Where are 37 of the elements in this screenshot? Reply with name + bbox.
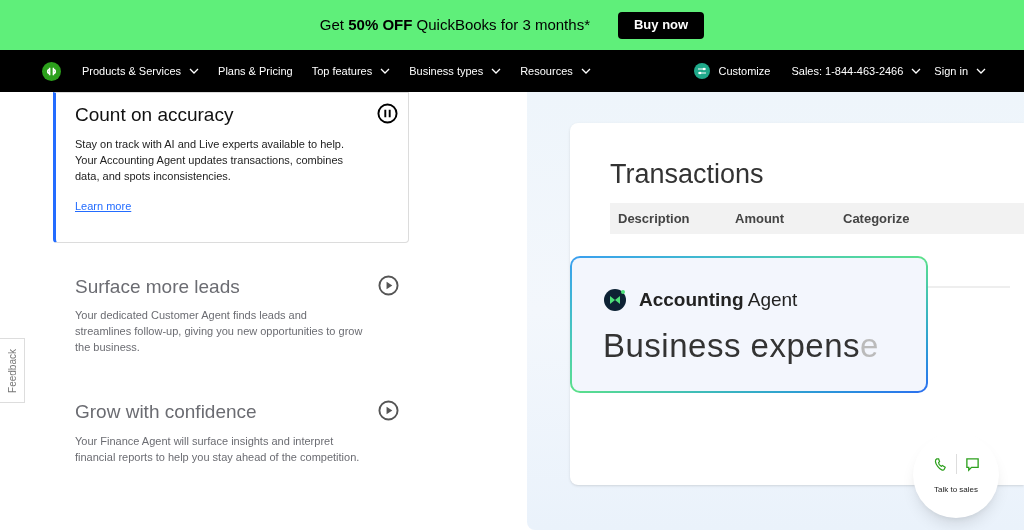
feature-description: Stay on track with AI and Live experts available to help. Your Accounting Agent updates transactions, combines data, and spots inconsistencies.: [75, 136, 346, 184]
agent-name: Accounting Agent: [639, 288, 798, 312]
feature-title: Grow with confidence: [75, 400, 257, 424]
logo-icon[interactable]: [42, 61, 61, 81]
column-header: Amount: [735, 209, 786, 228]
customize-link[interactable]: Customize: [694, 62, 771, 80]
play-icon[interactable]: [378, 274, 399, 296]
promo-text: Get 50% OFF QuickBooks for 3 months*: [319, 14, 590, 35]
feature-item[interactable]: Grow with confidence Your Finance Agent will surface insights and interpret financial reports to help you stay ahead of the competition.: [53, 394, 409, 490]
feature-title: Surface more leads: [75, 274, 240, 299]
chat-icon: [964, 456, 980, 472]
chevron-down-icon: [976, 68, 986, 74]
column-header: Description: [618, 209, 691, 228]
nav-link[interactable]: Resources: [520, 62, 591, 80]
transactions-title: Transactions: [610, 161, 765, 188]
feature-title: Count on accuracy: [75, 103, 234, 127]
feature-description: Your dedicated Customer Agent finds leads and streamlines follow-up, giving you new opportunities to grow the business.: [75, 308, 364, 355]
nav-link[interactable]: Business types: [409, 62, 502, 80]
nav-link[interactable]: Plans & Pricing: [218, 62, 293, 80]
agent-logo-icon: [603, 288, 627, 313]
feedback-tab[interactable]: Feedback: [0, 338, 25, 403]
typed-text: Business expense: [603, 325, 880, 366]
feature-item[interactable]: Count on accuracy Stay on track with AI and Live experts available to help. Your Accounting Agent updates transactions, combines data, and spots inconsistencies. Learn more: [53, 92, 409, 243]
column-header: Categorize: [843, 209, 911, 228]
learn-more-link[interactable]: Learn more: [75, 197, 132, 214]
sliders-icon: [694, 63, 711, 79]
sales-phone-link[interactable]: Sales: 1-844-463-2466: [791, 62, 922, 80]
chevron-down-icon: [911, 68, 922, 74]
feature-item[interactable]: Surface more leads Your dedicated Customer Agent finds leads and streamlines follow-up, giving you new opportunities to grow the business.: [53, 268, 409, 380]
buy-now-button[interactable]: Buy now: [617, 11, 705, 39]
pause-icon[interactable]: [377, 103, 398, 124]
phone-icon: [932, 456, 948, 472]
sign-in-link[interactable]: Sign in: [934, 62, 986, 80]
feature-description: Your Finance Agent will surface insights and interpret financial reports to help you stay ahead of the competition.: [75, 433, 361, 465]
nav-link[interactable]: Top features: [311, 62, 391, 80]
nav-link[interactable]: Products & Services: [82, 62, 200, 80]
play-icon[interactable]: [378, 400, 399, 421]
